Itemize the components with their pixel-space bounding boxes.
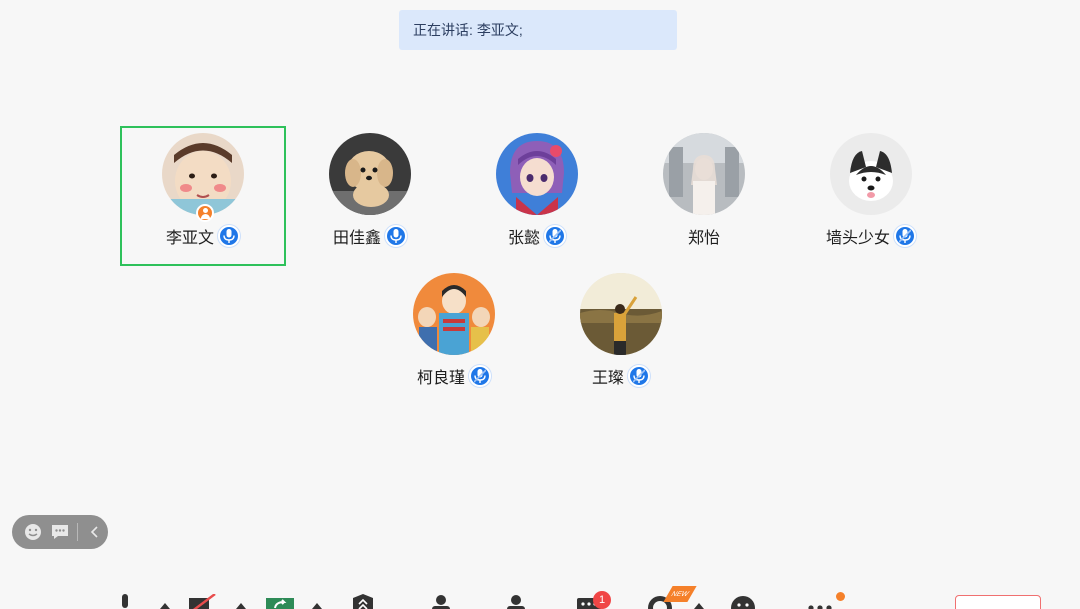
chat-unread-badge: 1: [593, 591, 611, 609]
participant-name: 郑怡: [687, 230, 720, 247]
puppy-avatar: [329, 133, 411, 215]
husky-avatar: [830, 133, 912, 215]
invite-button[interactable]: [503, 594, 529, 609]
share-screen-icon: [266, 598, 294, 609]
participant-name: 李亚文: [165, 230, 214, 247]
participant-tile[interactable]: 柯良瑾: [371, 268, 537, 408]
anime-girl-avatar: [496, 133, 578, 215]
floating-toolbar: [12, 515, 108, 549]
mic-on-icon[interactable]: [385, 225, 407, 247]
invite-user-icon: [507, 595, 525, 609]
participant-tile[interactable]: 李亚文: [120, 126, 286, 266]
pill-divider: [77, 523, 78, 541]
mic-muted-icon[interactable]: [628, 365, 650, 387]
mic-muted-icon[interactable]: [469, 365, 491, 387]
participant-tile[interactable]: 田佳鑫: [287, 128, 453, 268]
mic-options-caret[interactable]: [160, 603, 170, 609]
smiley-icon: [25, 524, 41, 540]
participant-tile[interactable]: 王璨: [538, 268, 704, 408]
collapse-button[interactable]: [85, 522, 105, 542]
speaking-banner: 正在讲话: 李亚文;: [399, 10, 677, 50]
camera-options-caret[interactable]: [236, 603, 246, 609]
more-dots-icon: [808, 605, 832, 609]
speaking-label: 正在讲话:: [413, 22, 473, 38]
share-options-caret[interactable]: [312, 603, 322, 609]
host-badge-icon: [196, 204, 214, 222]
emoji-button[interactable]: [23, 522, 43, 542]
bottom-toolbar: [0, 586, 1080, 609]
mic-muted-icon[interactable]: [894, 225, 916, 247]
girl-photo-avatar: [663, 133, 745, 215]
participant-name: 张懿: [507, 230, 540, 247]
microphone-icon: [122, 594, 128, 608]
speaking-name: 李亚文;: [476, 22, 523, 38]
field-photo-avatar: [580, 273, 662, 355]
participant-name: 田佳鑫: [332, 230, 381, 247]
participant-name: 柯良瑾: [416, 370, 465, 387]
more-button[interactable]: [806, 594, 834, 609]
smiley-icon: [731, 596, 755, 609]
security-button[interactable]: [352, 594, 374, 609]
mic-on-icon[interactable]: [218, 225, 240, 247]
baby-face-avatar: [162, 133, 244, 215]
chat-bubble-button[interactable]: [50, 522, 70, 542]
mic-button[interactable]: [118, 594, 132, 609]
shield-icon: [353, 594, 373, 609]
participants-button[interactable]: [428, 594, 454, 609]
participants-icon: [432, 595, 450, 609]
camera-button[interactable]: [189, 594, 217, 609]
participant-tile[interactable]: 张懿: [454, 128, 620, 268]
record-options-caret[interactable]: [694, 603, 704, 609]
chat-icon: [52, 525, 68, 539]
mic-muted-icon[interactable]: [544, 225, 566, 247]
participant-name: 王璨: [591, 370, 624, 387]
participant-tile[interactable]: 墙头少女: [788, 128, 954, 268]
cartoon-group-avatar: [413, 273, 495, 355]
notification-dot: [836, 592, 845, 601]
participant-tile[interactable]: 郑怡: [621, 128, 787, 268]
end-meeting-button[interactable]: [955, 595, 1041, 609]
reactions-button[interactable]: [730, 594, 756, 609]
share-screen-button[interactable]: [266, 594, 294, 609]
camera-off-icon: [189, 594, 216, 609]
participant-name: 墙头少女: [825, 230, 890, 247]
chevron-left-icon: [90, 526, 98, 538]
